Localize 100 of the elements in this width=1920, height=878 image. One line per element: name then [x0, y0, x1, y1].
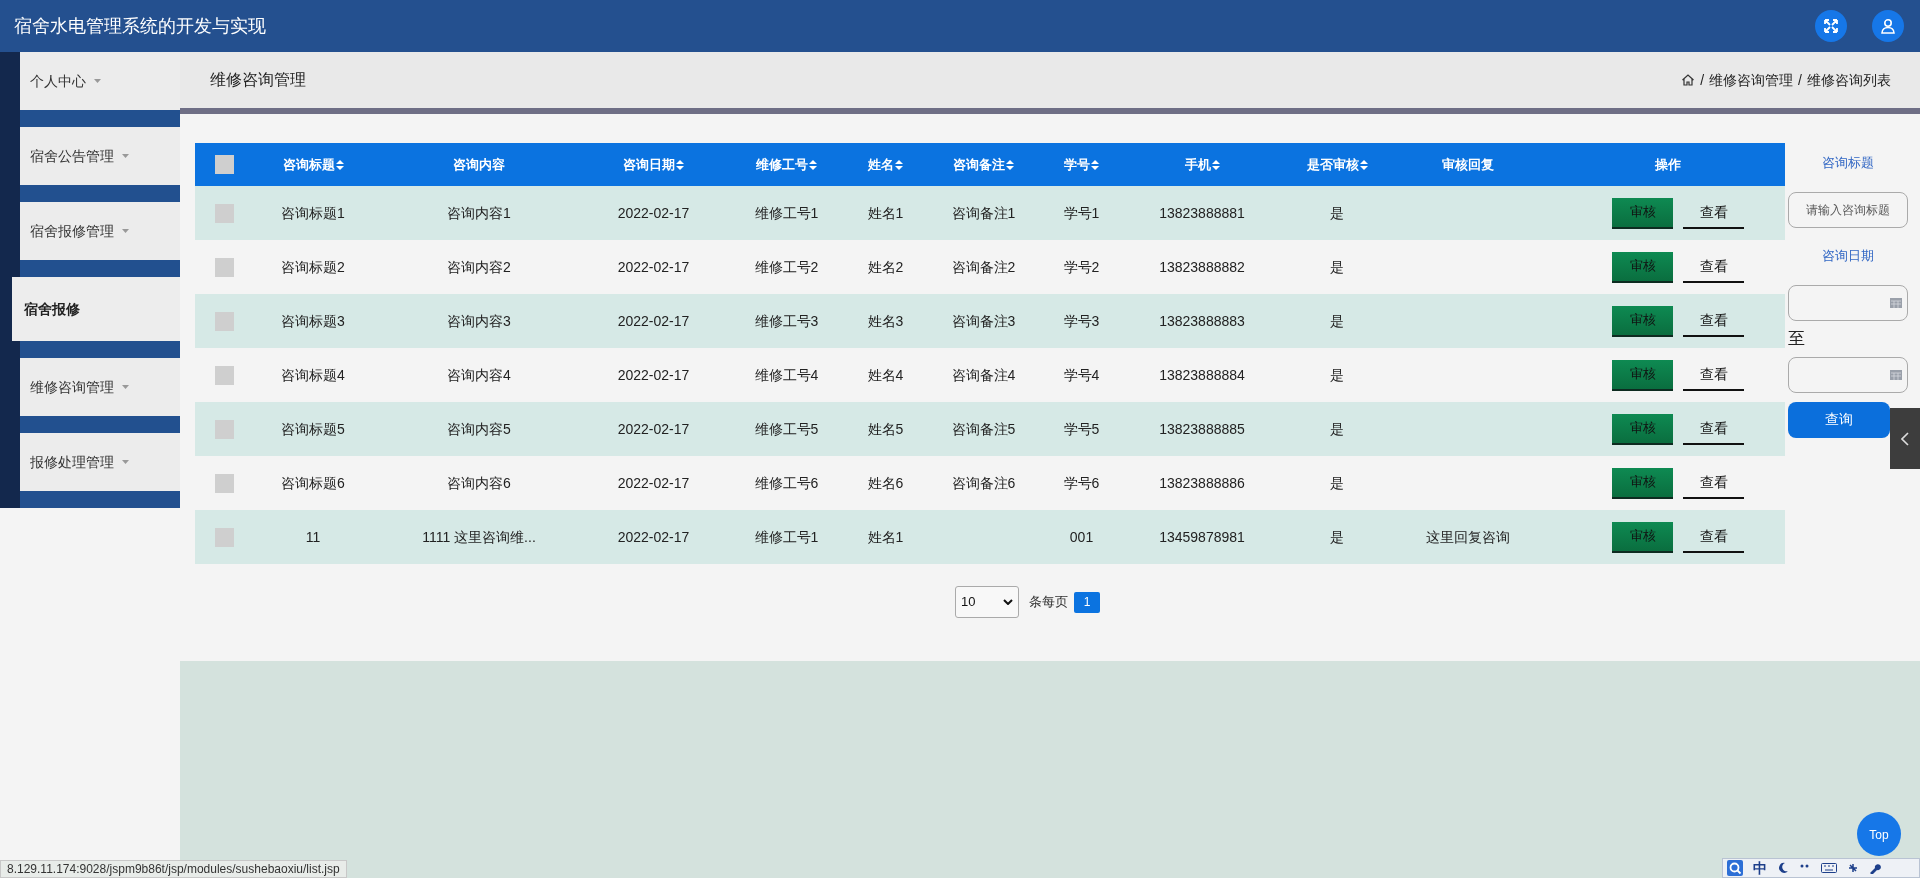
column-header: 审核回复 [1441, 155, 1494, 174]
table-cell-text: 维修工号1 [754, 527, 819, 547]
sort-icon [1006, 159, 1014, 170]
side-panel-toggle[interactable] [1890, 408, 1920, 469]
caret-icon [94, 79, 101, 83]
page-button[interactable]: 1 [1074, 591, 1100, 613]
checkbox[interactable] [215, 527, 234, 547]
view-button[interactable]: 查看 [1683, 305, 1744, 337]
page-size-label: 条每页 [1029, 593, 1068, 612]
table-cell-text: 是 [1330, 473, 1344, 493]
sidebar-item[interactable]: 个人中心 [20, 52, 180, 110]
fullscreen-button[interactable] [1815, 10, 1847, 42]
review-button[interactable]: 审核 [1612, 413, 1673, 445]
table-cell-text: 是 [1330, 257, 1344, 277]
table-cell-text: 咨询内容5 [447, 419, 511, 439]
review-button[interactable]: 审核 [1612, 359, 1673, 391]
checkbox[interactable] [215, 155, 234, 174]
expand-icon [1823, 18, 1839, 34]
column-header[interactable]: 学号 [1064, 154, 1099, 175]
table-cell-text: 咨询标题3 [281, 311, 345, 331]
table-cell-text: 1111 这里咨询维... [422, 527, 536, 547]
column-header[interactable]: 维修工号 [756, 154, 817, 175]
page-size-select[interactable]: 10 [955, 586, 1019, 618]
review-button[interactable]: 审核 [1612, 467, 1673, 499]
table-cell-text: 学号3 [1063, 311, 1100, 331]
home-icon [1681, 73, 1696, 87]
view-button[interactable]: 查看 [1683, 197, 1744, 229]
input-mode-text[interactable]: 中 [1753, 857, 1767, 878]
caret-icon [122, 460, 129, 464]
column-header[interactable]: 咨询备注 [953, 154, 1014, 175]
wrench-icon[interactable] [1869, 862, 1881, 874]
moon-icon[interactable] [1777, 862, 1789, 874]
table-cell-text: 001 [1069, 527, 1094, 547]
sort-icon [1359, 159, 1368, 170]
table-cell-text: 13823888881 [1159, 203, 1245, 223]
app-title: 宿舍水电管理系统的开发与实现 [14, 14, 266, 38]
review-button[interactable]: 审核 [1612, 251, 1673, 283]
table-cell-text: 姓名6 [867, 473, 904, 493]
table-cell-text: 咨询标题5 [281, 419, 345, 439]
table-cell-text: 咨询备注4 [951, 365, 1016, 385]
checkbox[interactable] [215, 365, 234, 385]
sidebar-item[interactable]: 宿舍报修管理 [20, 202, 180, 260]
column-header[interactable]: 咨询标题 [282, 154, 344, 175]
view-button[interactable]: 查看 [1683, 467, 1744, 499]
table-cell-text: 咨询内容1 [447, 203, 511, 223]
range-separator: 至 [1788, 329, 1805, 348]
title-input-field[interactable]: 请输入咨询标题 [1788, 191, 1908, 228]
table-cell-text: 咨询标题4 [281, 365, 345, 385]
table-cell-text: 姓名3 [867, 311, 904, 331]
checkbox[interactable] [215, 203, 234, 223]
table-cell-text: 咨询内容3 [447, 311, 511, 331]
search-button[interactable]: 查询 [1788, 401, 1890, 438]
sidebar-item[interactable]: 宿舍公告管理 [20, 127, 180, 185]
view-button[interactable]: 查看 [1683, 251, 1744, 283]
table-cell-text: 2022-02-17 [617, 527, 690, 547]
table-cell-text: 姓名1 [867, 203, 904, 223]
review-button[interactable]: 审核 [1612, 197, 1673, 229]
date-input-field[interactable] [1788, 285, 1908, 321]
table-cell-text: 维修工号3 [754, 311, 819, 331]
review-button[interactable]: 审核 [1612, 521, 1673, 553]
user-icon [1880, 18, 1896, 34]
checkbox[interactable] [215, 311, 234, 331]
sidebar-item[interactable]: 维修咨询管理 [20, 358, 180, 416]
keyboard-icon[interactable] [1821, 862, 1837, 874]
table-cell-text: 13823888883 [1159, 311, 1245, 331]
table-cell-text: 学号5 [1063, 419, 1100, 439]
view-button[interactable]: 查看 [1683, 413, 1744, 445]
checkbox[interactable] [215, 473, 234, 493]
breadcrumb-separator: / [1700, 70, 1705, 90]
checkbox[interactable] [215, 257, 234, 277]
view-button[interactable]: 查看 [1683, 359, 1744, 391]
table-cell-text: 2022-02-17 [617, 257, 690, 277]
status-url: 8.129.11.174:9028/jspm9b86t/jsp/modules/sushebaoxiu/list.jsp [0, 860, 347, 878]
table-cell-text: 2022-02-17 [617, 311, 690, 331]
column-header[interactable]: 手机 [1184, 154, 1220, 175]
user-button[interactable] [1872, 10, 1904, 42]
sort-icon [809, 159, 817, 170]
column-header[interactable]: 是否审核 [1306, 154, 1368, 175]
sort-icon [895, 159, 903, 170]
table-cell-text: 咨询备注6 [951, 473, 1016, 493]
breadcrumb-link[interactable]: 维修咨询管理 [1709, 69, 1794, 91]
view-button[interactable]: 查看 [1683, 521, 1744, 553]
sort-icon [1211, 159, 1220, 170]
calendar-icon [1890, 298, 1902, 308]
table-cell-text: 13823888886 [1159, 473, 1245, 493]
table-cell-text: 咨询内容6 [447, 473, 511, 493]
table-cell-text: 咨询备注3 [951, 311, 1016, 331]
sidebar-item[interactable]: 报修处理管理 [20, 433, 180, 491]
date-input-field[interactable] [1788, 356, 1908, 393]
column-header[interactable]: 姓名 [868, 154, 903, 175]
table-cell-text: 是 [1330, 203, 1344, 223]
table-cell-text: 13459878981 [1159, 527, 1245, 547]
table-cell-text: 咨询备注2 [951, 257, 1016, 277]
table-cell-text: 学号1 [1063, 203, 1100, 223]
search-icon [1727, 860, 1743, 876]
checkbox[interactable] [215, 419, 234, 439]
sidebar-item[interactable]: 宿舍报修 [12, 277, 180, 341]
review-button[interactable]: 审核 [1612, 305, 1673, 337]
column-header[interactable]: 咨询日期 [623, 154, 684, 175]
table-cell-text: 2022-02-17 [617, 365, 690, 385]
